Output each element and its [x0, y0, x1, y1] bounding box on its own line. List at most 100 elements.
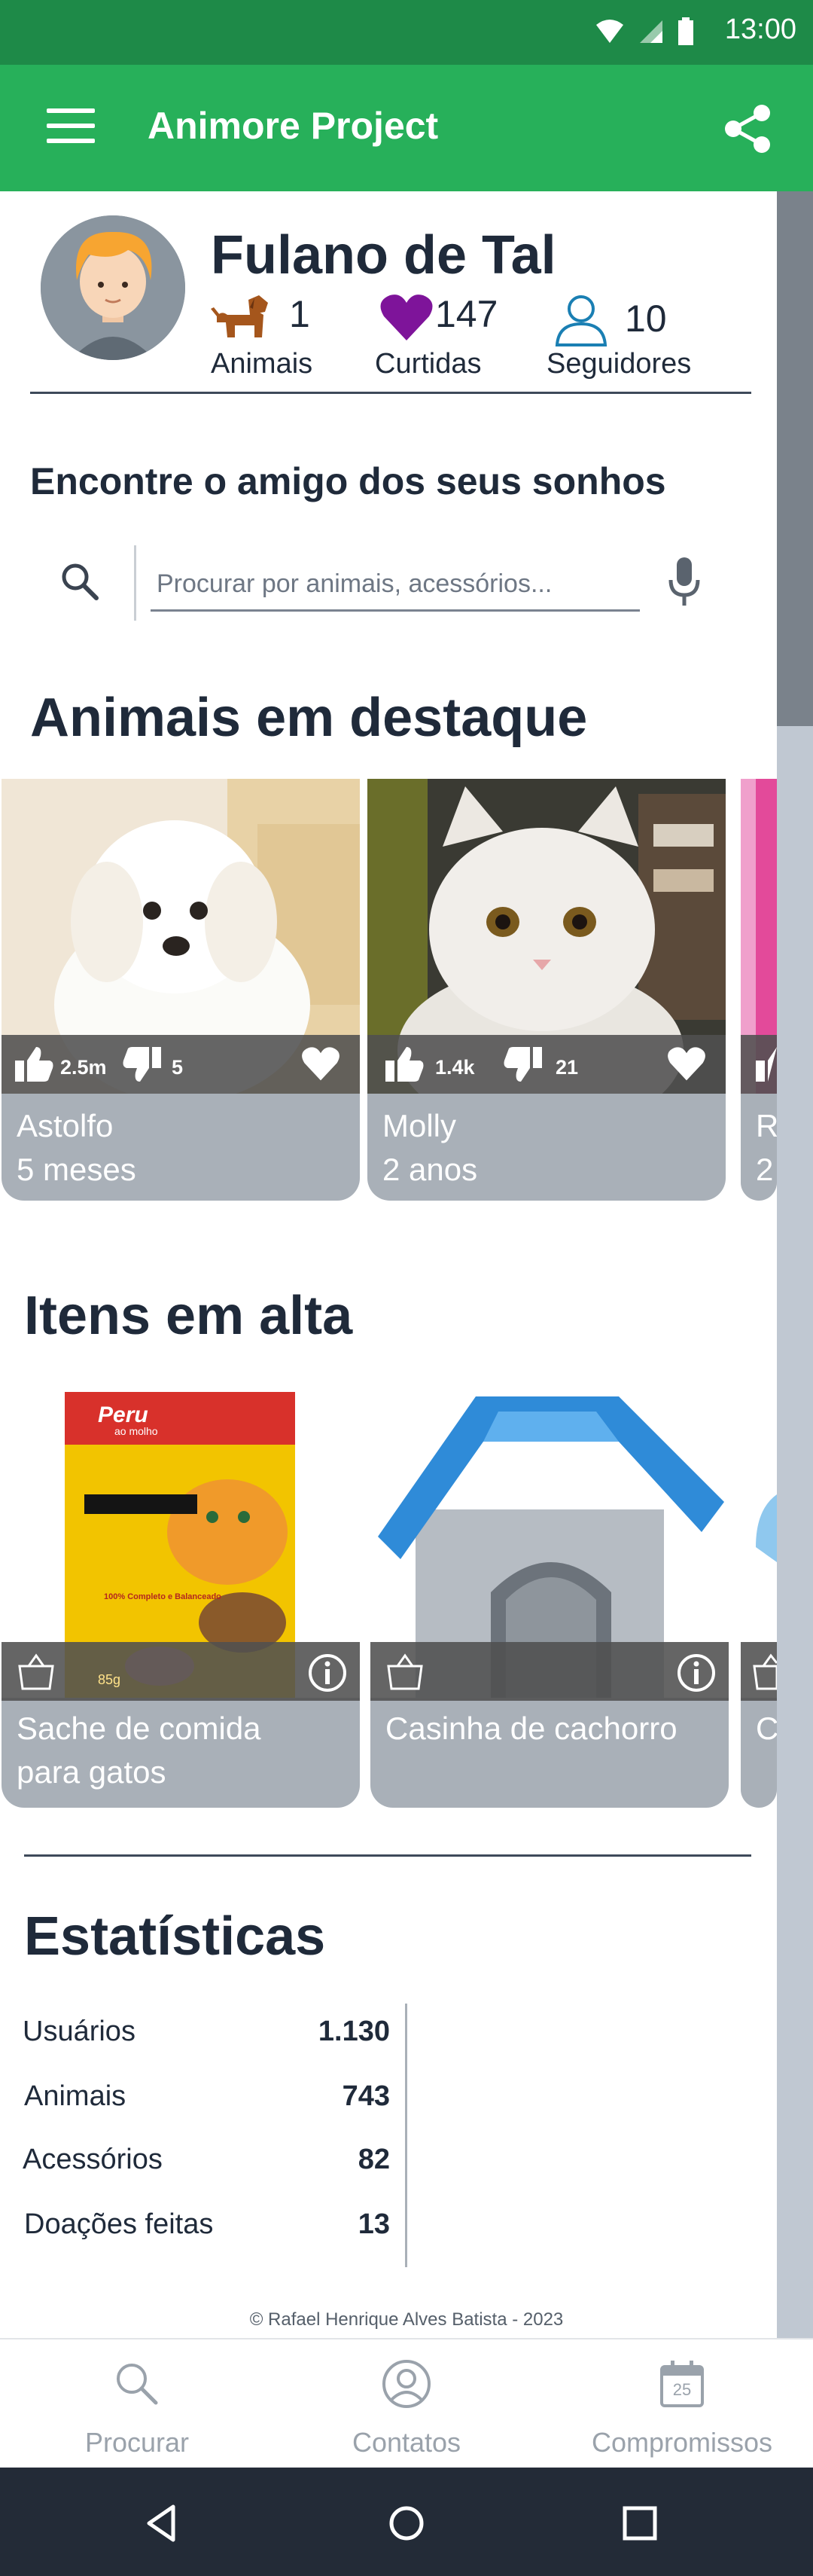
search-icon — [117, 2364, 158, 2405]
product-name-line1: C — [756, 1711, 777, 1746]
package-note: 100% Completo e Balanceado — [104, 1592, 221, 1601]
avatar[interactable] — [41, 215, 185, 360]
stats-row-doacoes: Doações feitas 13 — [23, 2208, 390, 2254]
bottom-nav: Procurar Contatos 25 Compromissos — [0, 2338, 813, 2468]
animal-card[interactable]: R 2 — [741, 779, 777, 1201]
status-bar: 13:00 — [0, 0, 813, 65]
scrollbar-thumb[interactable] — [777, 191, 813, 726]
stat-seguidores-label: Seguidores — [547, 348, 692, 380]
signal-icon — [640, 20, 662, 43]
stats-value: 1.130 — [318, 2016, 390, 2047]
statistics-separator — [405, 2004, 407, 2267]
shopping-bag-icon[interactable] — [17, 1653, 56, 1690]
featured-title: Animais em destaque — [30, 688, 588, 748]
animal-age: 5 meses — [17, 1152, 136, 1187]
stats-value: 82 — [358, 2144, 390, 2175]
animal-age: 2 anos — [382, 1152, 478, 1187]
product-bar — [741, 1642, 777, 1701]
product-name-line2: para gatos — [17, 1754, 166, 1790]
package-sub: ao molho — [114, 1425, 158, 1437]
stat-curtidas-label: Curtidas — [375, 348, 482, 380]
thumbs-up-icon[interactable] — [754, 1045, 777, 1083]
product-card[interactable]: Casinha de cachorro — [370, 1381, 729, 1808]
stats-row-acessorios: Acessórios 82 — [23, 2144, 390, 2189]
likes-count: 1.4k — [435, 1056, 475, 1079]
dislikes-count: 21 — [556, 1056, 579, 1079]
likes-count: 2.5m — [60, 1056, 107, 1079]
search-heading: Encontre o amigo dos seus sonhos — [30, 460, 666, 502]
menu-icon[interactable] — [47, 108, 95, 146]
thumbs-up-icon[interactable] — [384, 1045, 425, 1083]
shopping-bag-icon[interactable] — [385, 1653, 425, 1690]
search-input[interactable] — [151, 559, 640, 612]
stats-row-usuarios: Usuários 1.130 — [23, 2016, 390, 2061]
product-card[interactable]: C — [741, 1381, 777, 1808]
search-icon[interactable] — [59, 560, 101, 603]
stat-animais-label: Animais — [211, 348, 313, 380]
back-icon[interactable] — [140, 2501, 185, 2546]
heart-icon — [380, 295, 433, 340]
status-icons — [595, 17, 694, 47]
animal-age: 2 — [756, 1152, 774, 1187]
thumbs-down-icon[interactable] — [503, 1045, 544, 1083]
nav-label: Procurar — [84, 2427, 190, 2458]
system-nav-bar — [0, 2468, 813, 2576]
clock: 13:00 — [724, 14, 796, 45]
info-icon[interactable] — [307, 1653, 348, 1693]
product-bar — [370, 1642, 729, 1701]
statistics-title: Estatísticas — [24, 1906, 326, 1967]
thumbs-down-icon[interactable] — [122, 1045, 163, 1083]
info-icon[interactable] — [676, 1653, 717, 1693]
animal-card[interactable]: 2.5m 5 Astolfo 5 meses — [2, 779, 360, 1201]
product-bar: 85g — [2, 1642, 360, 1701]
calendar-day: 25 — [672, 2380, 692, 2399]
app-bar: Animore Project — [0, 65, 813, 191]
home-icon[interactable] — [384, 2501, 429, 2546]
nav-label: Contatos — [352, 2427, 461, 2458]
stats-value: 743 — [342, 2080, 390, 2112]
nav-compromissos[interactable]: 25 Compromissos — [569, 2358, 795, 2463]
product-card[interactable]: Peru ao molho 100% Completo e Balanceado… — [2, 1381, 360, 1808]
thumbs-up-icon[interactable] — [14, 1045, 54, 1083]
card-reaction-bar: 1.4k 21 — [367, 1035, 726, 1094]
stats-label: Acessórios — [23, 2144, 163, 2175]
stat-animais-value: 1 — [289, 293, 310, 335]
dog-icon — [211, 295, 268, 337]
stats-label: Usuários — [23, 2016, 136, 2047]
stats-value: 13 — [358, 2208, 390, 2240]
heart-icon[interactable] — [301, 1045, 340, 1082]
heart-icon[interactable] — [667, 1045, 706, 1082]
animal-name: Astolfo — [17, 1108, 114, 1143]
nav-procurar[interactable]: Procurar — [24, 2358, 250, 2463]
dislikes-count: 5 — [172, 1056, 184, 1079]
stat-curtidas-value: 147 — [435, 293, 498, 335]
statistics-divider — [24, 1854, 751, 1857]
recents-icon[interactable] — [617, 2501, 662, 2546]
contact-icon — [382, 2360, 431, 2408]
stats-row-animais: Animais 743 — [23, 2080, 390, 2126]
animal-name: Molly — [382, 1108, 457, 1143]
animal-card[interactable]: 1.4k 21 Molly 2 anos — [367, 779, 726, 1201]
nav-label: Compromissos — [591, 2427, 773, 2458]
microphone-icon[interactable] — [665, 556, 703, 609]
nav-contatos[interactable]: Contatos — [294, 2358, 519, 2463]
search-separator — [134, 545, 136, 621]
stats-label: Doações feitas — [24, 2208, 214, 2240]
trending-title: Itens em alta — [24, 1286, 353, 1346]
scrollbar[interactable] — [777, 191, 813, 2338]
stat-seguidores-value: 10 — [625, 298, 667, 340]
product-name-line1: Sache de comida — [17, 1711, 261, 1746]
app-title: Animore Project — [148, 105, 439, 147]
card-reaction-bar: 2.5m 5 — [2, 1035, 360, 1094]
wifi-icon — [596, 20, 623, 43]
shopping-bag-icon[interactable] — [751, 1653, 777, 1690]
product-name-line1: Casinha de cachorro — [385, 1711, 678, 1746]
profile-divider — [30, 392, 751, 394]
share-icon[interactable] — [721, 102, 774, 155]
battery-icon — [678, 17, 693, 45]
animal-name: R — [756, 1108, 777, 1143]
card-reaction-bar — [741, 1035, 777, 1094]
profile-name: Fulano de Tal — [211, 225, 556, 285]
copyright: © Rafael Henrique Alves Batista - 2023 — [249, 2309, 564, 2330]
package-weight: 85g — [98, 1672, 121, 1687]
